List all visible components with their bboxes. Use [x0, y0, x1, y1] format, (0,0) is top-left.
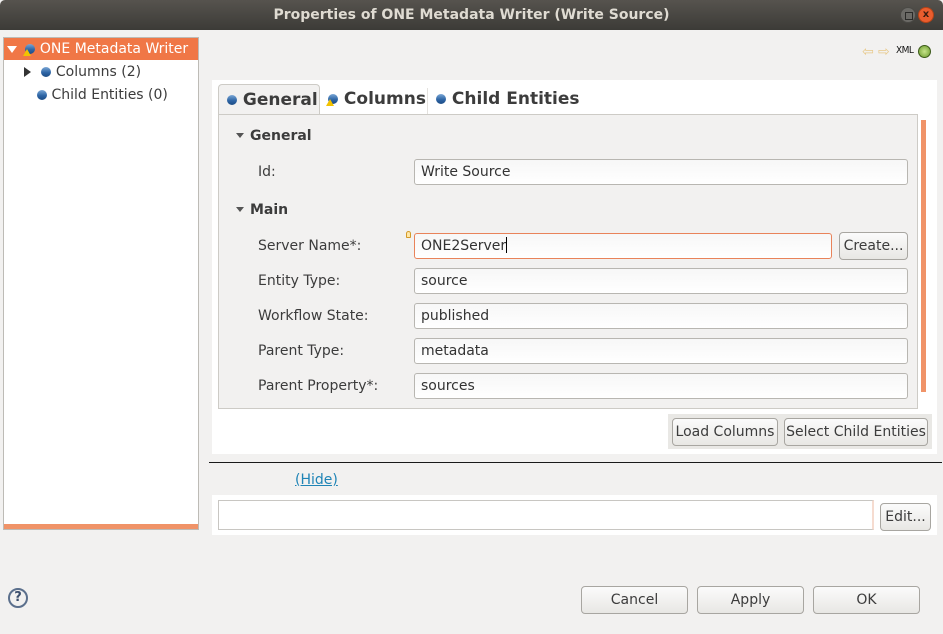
create-button[interactable]: Create... [839, 232, 908, 260]
tab-label: Child Entities [451, 89, 580, 109]
parent-property-label: Parent Property*: [258, 378, 379, 394]
horizontal-scrollbar[interactable] [4, 524, 198, 529]
maximize-icon[interactable] [900, 7, 916, 23]
id-label: Id: [258, 164, 276, 180]
entity-icon [436, 94, 446, 104]
parent-property-field[interactable]: sources [414, 373, 908, 399]
select-child-entities-button[interactable]: Select Child Entities [784, 418, 928, 446]
tab-label: Columns [343, 89, 426, 109]
help-icon[interactable]: ? [8, 588, 28, 608]
server-name-label: Server Name*: [258, 238, 362, 254]
tree-item-columns[interactable]: Columns (2) [4, 61, 141, 83]
back-arrow-icon[interactable]: ⇦ [862, 44, 874, 60]
entity-icon [41, 67, 52, 77]
tab-label: General [242, 90, 318, 110]
section-general[interactable]: General [236, 128, 312, 144]
close-icon[interactable]: x [918, 7, 934, 23]
edit-button[interactable]: Edit... [880, 503, 931, 531]
section-title: General [250, 128, 312, 144]
parent-type-field[interactable]: metadata [414, 338, 908, 364]
parent-type-label: Parent Type: [258, 343, 345, 359]
section-main[interactable]: Main [236, 202, 288, 218]
tab-child-entities[interactable]: Child Entities [428, 84, 580, 115]
text-caret [506, 237, 508, 253]
vertical-scrollbar[interactable] [921, 120, 926, 392]
cancel-button[interactable]: Cancel [581, 586, 688, 614]
hide-link[interactable]: (Hide) [295, 472, 338, 488]
entity-type-field[interactable]: source [414, 268, 908, 294]
tree-item-label: ONE Metadata Writer [39, 41, 189, 57]
tree-item-label: Columns (2) [55, 64, 142, 80]
chevron-down-icon[interactable] [236, 133, 244, 138]
divider [209, 462, 942, 463]
tab-general[interactable]: General [218, 84, 320, 115]
load-columns-button[interactable]: Load Columns [672, 418, 778, 446]
tree-item-label: Child Entities (0) [51, 87, 168, 103]
apply-button[interactable]: Apply [697, 586, 804, 614]
entity-icon [37, 90, 47, 100]
tab-columns[interactable]: Columns [320, 84, 428, 115]
entity-warning-icon [23, 44, 36, 56]
chevron-down-icon[interactable] [236, 207, 244, 212]
server-name-value: ONE2Server [421, 238, 507, 254]
tree-item-child-entities[interactable]: Child Entities (0) [4, 84, 168, 106]
workflow-state-field[interactable]: published [414, 303, 908, 329]
forward-arrow-icon[interactable]: ⇨ [878, 44, 890, 60]
server-name-field[interactable]: ONE2Server [414, 233, 832, 259]
chevron-right-icon[interactable] [24, 67, 31, 77]
window-title: Properties of ONE Metadata Writer (Write… [273, 7, 670, 23]
section-title: Main [250, 202, 289, 218]
entity-type-label: Entity Type: [258, 273, 341, 289]
workflow-state-label: Workflow State: [258, 308, 369, 324]
xml-view-button[interactable]: XML [896, 45, 914, 56]
tree-item-one-metadata-writer[interactable]: ONE Metadata Writer [4, 38, 198, 60]
content-assist-bulb-icon [406, 231, 411, 238]
chevron-down-icon[interactable] [7, 45, 17, 53]
description-field[interactable] [218, 500, 874, 530]
id-field[interactable]: Write Source [414, 159, 908, 185]
ok-button[interactable]: OK [813, 586, 920, 614]
entity-tree: ONE Metadata Writer Columns (2) Child En… [3, 37, 199, 530]
entity-icon [227, 95, 237, 105]
entity-warning-icon [326, 94, 338, 106]
bug-icon[interactable] [918, 45, 931, 58]
window-titlebar: Properties of ONE Metadata Writer (Write… [0, 0, 943, 30]
